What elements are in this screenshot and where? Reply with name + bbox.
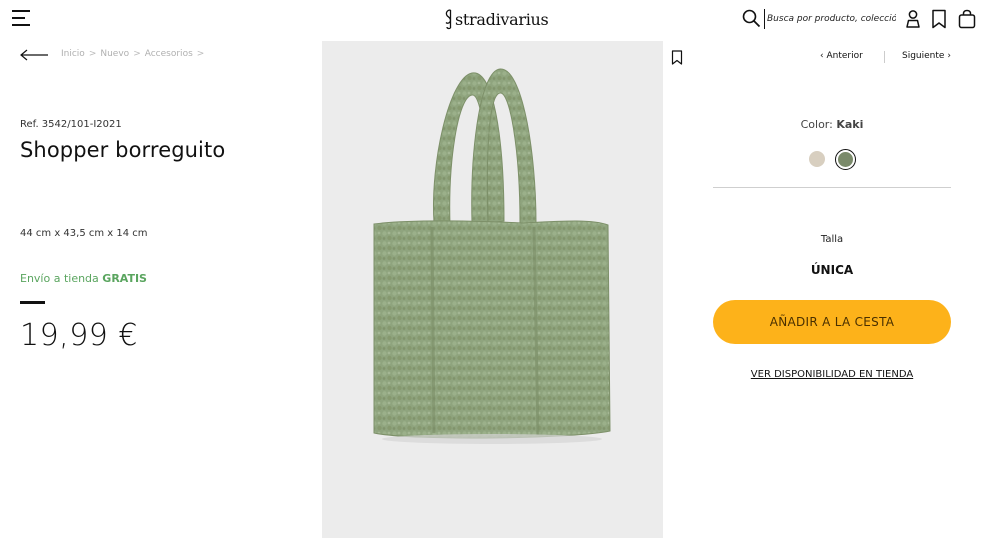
next-product-link[interactable]: Siguiente › xyxy=(902,51,951,61)
back-arrow-icon[interactable] xyxy=(19,48,49,62)
breadcrumb-item-inicio[interactable]: Inicio xyxy=(61,49,85,59)
logo[interactable]: stradivarius xyxy=(444,7,549,31)
breadcrumb-item-accesorios[interactable]: Accesorios xyxy=(145,49,193,59)
product-image[interactable] xyxy=(322,41,663,538)
bookmark-icon[interactable] xyxy=(671,50,683,65)
logo-text: stradivarius xyxy=(455,9,549,29)
add-to-cart-button[interactable]: AÑADIR A LA CESTA xyxy=(713,300,951,344)
breadcrumb-item-nuevo[interactable]: Nuevo xyxy=(100,49,129,59)
breadcrumb-separator: > xyxy=(133,49,141,59)
chevron-right-icon: › xyxy=(944,51,951,61)
color-swatch-kaki[interactable] xyxy=(838,152,853,167)
color-label: Color: Kaki xyxy=(713,118,951,131)
menu-icon[interactable] xyxy=(12,10,30,26)
shipping-info: Envío a tienda GRATIS xyxy=(20,272,147,285)
search-input[interactable] xyxy=(764,9,896,29)
next-label: Siguiente xyxy=(902,51,945,61)
color-value: Kaki xyxy=(836,118,864,131)
store-availability-link[interactable]: VER DISPONIBILIDAD EN TIENDA xyxy=(713,369,951,380)
nav-separator xyxy=(884,51,885,63)
wishlist-icon[interactable] xyxy=(930,9,948,29)
shipping-prefix: Envío a tienda xyxy=(20,272,99,285)
search-icon[interactable] xyxy=(742,9,761,28)
bag-icon[interactable] xyxy=(958,9,976,29)
prev-product-link[interactable]: ‹ Anterior xyxy=(820,51,863,61)
site-header: stradivarius xyxy=(0,0,985,38)
product-dimensions: 44 cm x 43,5 cm x 14 cm xyxy=(20,228,148,239)
shipping-free-badge: GRATIS xyxy=(102,272,147,285)
breadcrumb-separator: > xyxy=(196,49,205,59)
options-divider xyxy=(713,187,951,188)
size-label: Talla xyxy=(820,234,844,245)
breadcrumb: Inicio > Nuevo > Accesorios > xyxy=(61,49,204,59)
product-price: 19,99 € xyxy=(20,318,139,353)
user-icon[interactable] xyxy=(904,9,922,29)
color-swatch-beige[interactable] xyxy=(809,151,825,167)
product-ref: Ref. 3542/101-I2021 xyxy=(20,119,122,130)
product-title: Shopper borreguito xyxy=(20,138,226,162)
color-label-prefix: Color: xyxy=(800,118,833,131)
prev-label: Anterior xyxy=(826,51,863,61)
tote-bag-illustration xyxy=(373,68,611,444)
breadcrumb-separator: > xyxy=(88,49,97,59)
logo-mark-icon xyxy=(445,9,452,30)
price-divider xyxy=(20,301,45,304)
size-value[interactable]: ÚNICA xyxy=(713,263,951,277)
